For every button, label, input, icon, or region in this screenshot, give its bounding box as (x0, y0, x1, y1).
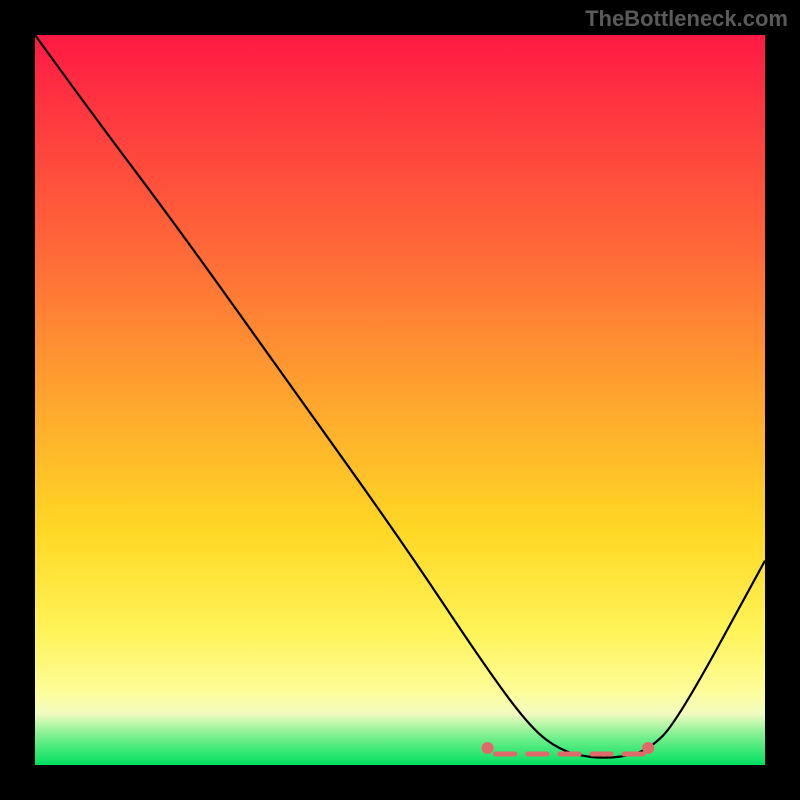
optimal-range-markers (482, 742, 655, 754)
marker-dot (482, 742, 494, 754)
bottleneck-curve (35, 35, 765, 758)
watermark-text: TheBottleneck.com (585, 6, 788, 32)
chart-svg (35, 35, 765, 765)
chart-plot-area (35, 35, 765, 765)
